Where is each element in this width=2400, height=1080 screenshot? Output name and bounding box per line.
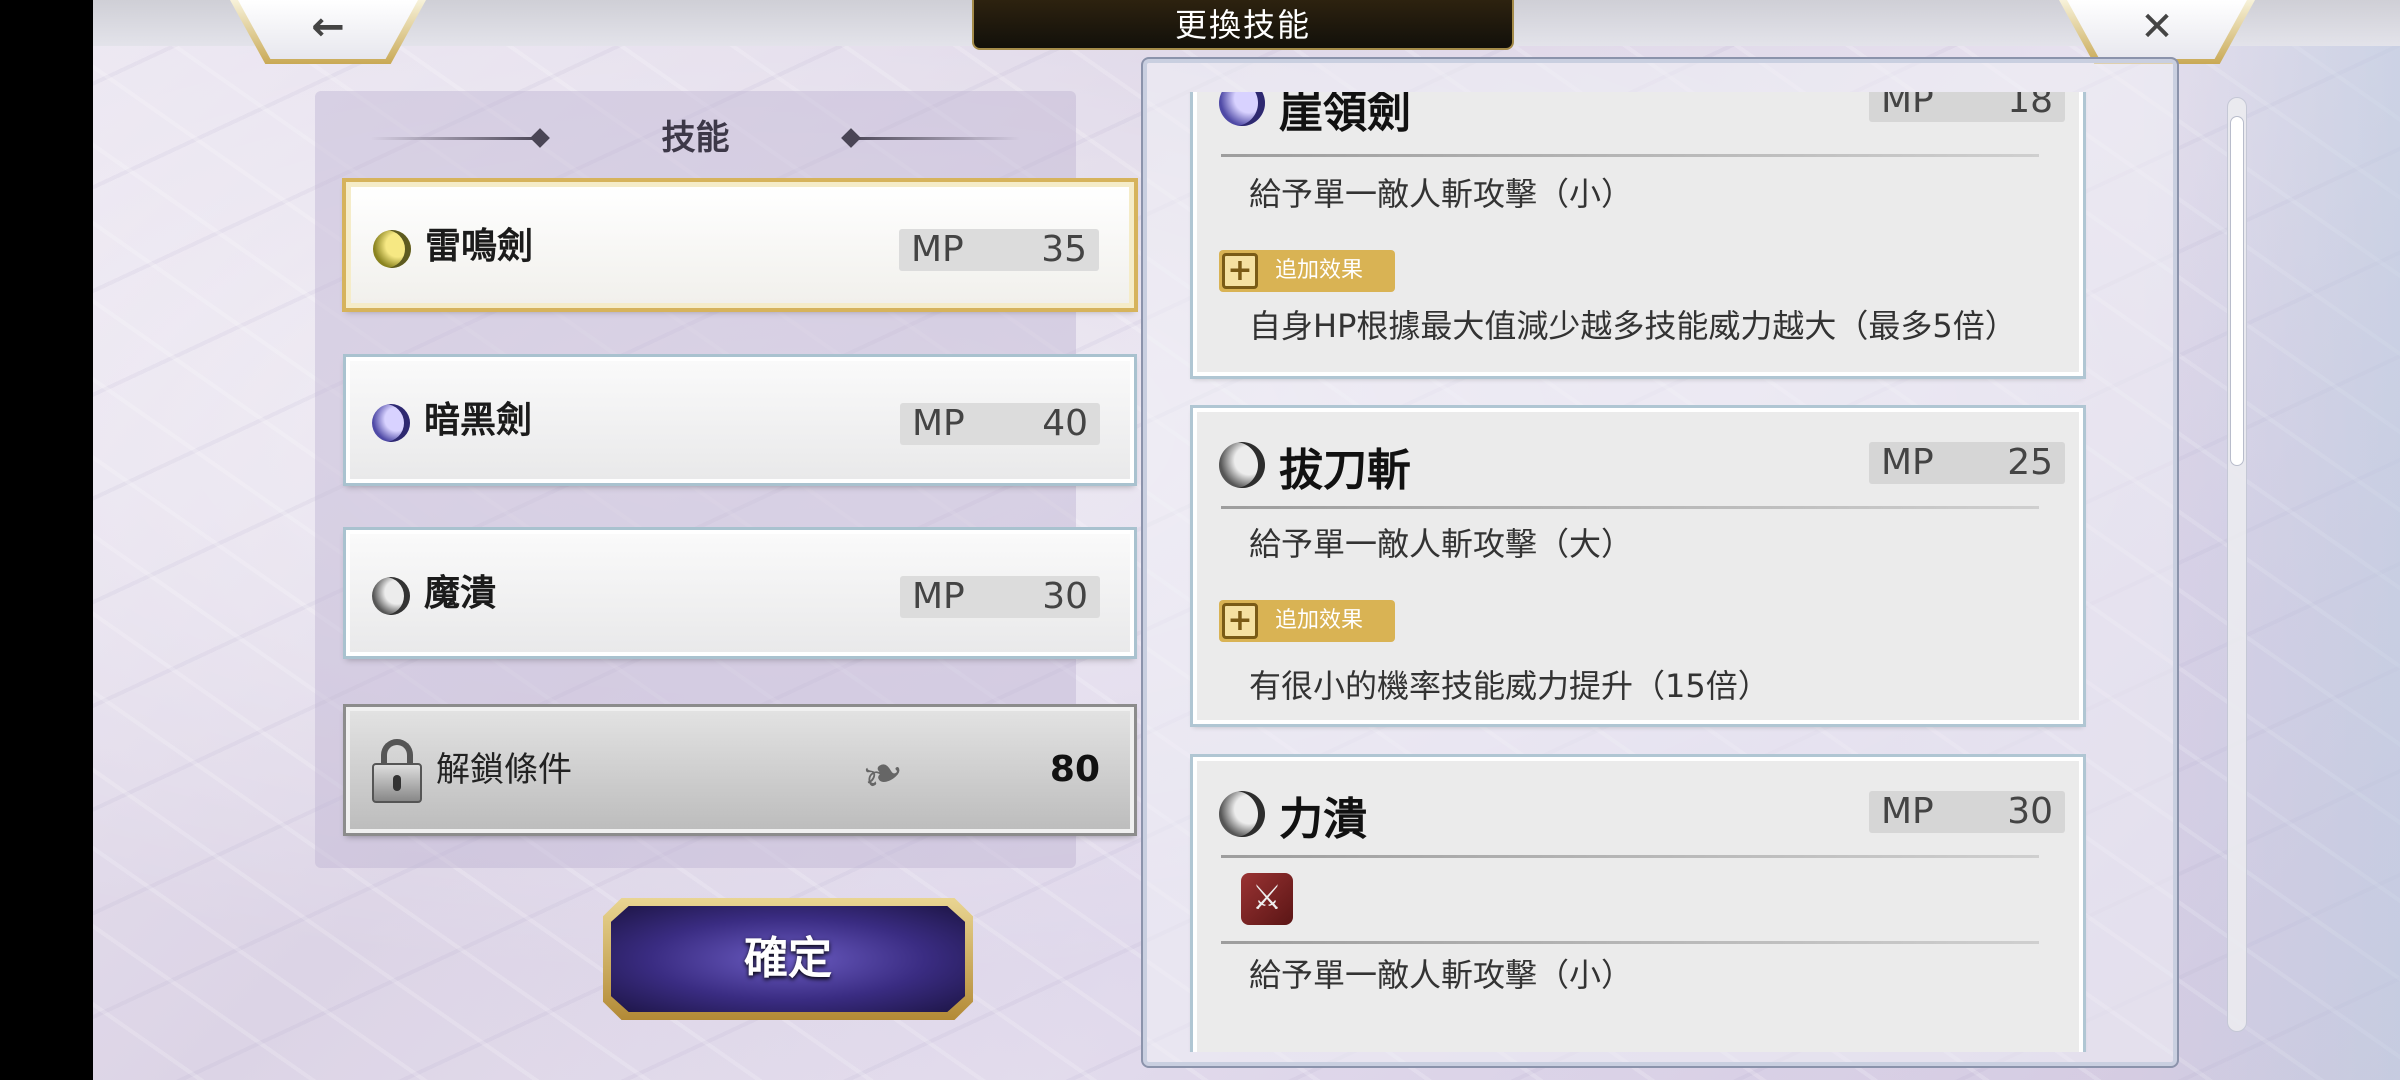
skill-card[interactable]: 崖領劍 MP 18 給予單一敵人斬攻擊（小） + 追加效果 自身HP根據最大值減… [1190,92,2086,379]
confirm-button-label: 確定 [744,933,832,984]
dark-orb-icon [1219,92,1265,126]
back-arrow-icon: ← [311,4,345,50]
back-button[interactable]: ← [230,0,426,64]
neutral-orb-icon [1219,442,1265,488]
equipped-skill-slot-1[interactable]: 雷鳴劍 MP 35 [342,178,1138,312]
close-icon: ✕ [2140,4,2174,50]
skill-card-description: 給予單一敵人斬攻擊（大） [1249,525,1634,563]
mp-label: MP [912,403,965,444]
lock-icon [372,739,422,803]
mp-value: 35 [1041,229,1087,270]
divider [1221,506,2039,509]
divider [1221,154,2039,157]
extra-effect-text: 有很小的機率技能威力提升（15倍） [1249,667,1770,705]
neutral-orb-icon [1219,791,1265,837]
unlock-condition-value: 80 [1049,749,1100,790]
extra-effect-label: 追加效果 [1275,258,1364,283]
skill-name: 暗黑劍 [424,399,533,441]
dark-orb-icon [372,404,410,442]
page-title: 更換技能 [1174,6,1311,44]
mp-value: 18 [2007,92,2053,121]
skill-list-scrollbar[interactable] [2227,97,2247,1032]
mp-cost: MP 30 [900,576,1100,618]
skill-card-description: 給予單一敵人斬攻擊（小） [1249,956,1634,994]
skill-card-name: 崖領劍 [1279,92,1411,138]
mp-value: 30 [2007,791,2053,832]
skill-card-mp: MP 30 [1869,791,2065,833]
skill-card-mp: MP 25 [1869,442,2065,484]
close-button[interactable]: ✕ [2059,0,2255,64]
extra-effect-tag: + 追加效果 [1219,600,1395,642]
skill-card-name: 拔刀斬 [1279,445,1411,496]
mp-cost: MP 40 [900,403,1100,445]
extra-effect-label: 追加效果 [1275,608,1364,633]
skill-card-description: 給予單一敵人斬攻擊（小） [1249,175,1634,213]
thunder-orb-icon [373,230,411,268]
equipped-skill-slot-3[interactable]: 魔潰 MP 30 [343,527,1137,659]
lock-keyhole [393,775,401,791]
neutral-orb-icon [372,577,410,615]
ornament-left [371,137,541,140]
extra-effect-tag: + 追加效果 [1219,250,1395,292]
background-fade [2140,0,2400,1080]
skill-card[interactable]: 力潰 MP 30 ⚔ 給予單一敵人斬攻擊（小） [1190,754,2086,1052]
mp-label: MP [1881,791,1934,832]
plus-icon: + [1222,253,1258,289]
mp-cost: MP 35 [899,229,1099,271]
mp-label: MP [911,229,964,270]
divider [1221,941,2039,944]
page-title-plate: 更換技能 [972,0,1514,50]
extra-effect-text: 自身HP根據最大值減少越多技能威力越大（最多5倍） [1249,307,2017,345]
mp-label: MP [1881,92,1934,121]
confirm-button[interactable]: 確定 [603,898,973,1020]
mp-label: MP [1881,442,1934,483]
sword-icon: ⚔ [1241,873,1293,925]
mp-value: 30 [1042,576,1088,617]
unlock-condition-label: 解鎖條件 [436,750,572,790]
feather-icon: ❧ [853,739,913,809]
plus-icon: + [1222,603,1258,639]
screen-background: ← 更換技能 ✕ 技能 雷鳴劍 MP 35 暗黑劍 MP 40 魔潰 MP 30… [93,0,2400,1080]
mp-value: 40 [1042,403,1088,444]
equipped-skill-slot-2[interactable]: 暗黑劍 MP 40 [343,354,1137,486]
mp-value: 25 [2007,442,2053,483]
panel-title: 技能 [661,118,730,158]
skill-name: 魔潰 [424,572,497,614]
skill-list-panel: 崖領劍 MP 18 給予單一敵人斬攻擊（小） + 追加效果 自身HP根據最大值減… [1141,57,2179,1068]
skill-name: 雷鳴劍 [425,225,534,267]
skill-card-name: 力潰 [1279,794,1367,845]
scrollbar-thumb[interactable] [2230,116,2244,466]
divider [1221,855,2039,858]
ornament-right [850,137,1020,140]
skill-card[interactable]: 拔刀斬 MP 25 給予單一敵人斬攻擊（大） + 追加效果 有很小的機率技能威力… [1190,405,2086,727]
mp-label: MP [912,576,965,617]
panel-header: 技能 [315,113,1076,163]
skill-card-mp: MP 18 [1869,92,2065,122]
locked-skill-slot[interactable]: 解鎖條件 ❧ 80 [343,704,1137,836]
skill-list-viewport[interactable]: 崖領劍 MP 18 給予單一敵人斬攻擊（小） + 追加效果 自身HP根據最大值減… [1147,92,2173,1052]
